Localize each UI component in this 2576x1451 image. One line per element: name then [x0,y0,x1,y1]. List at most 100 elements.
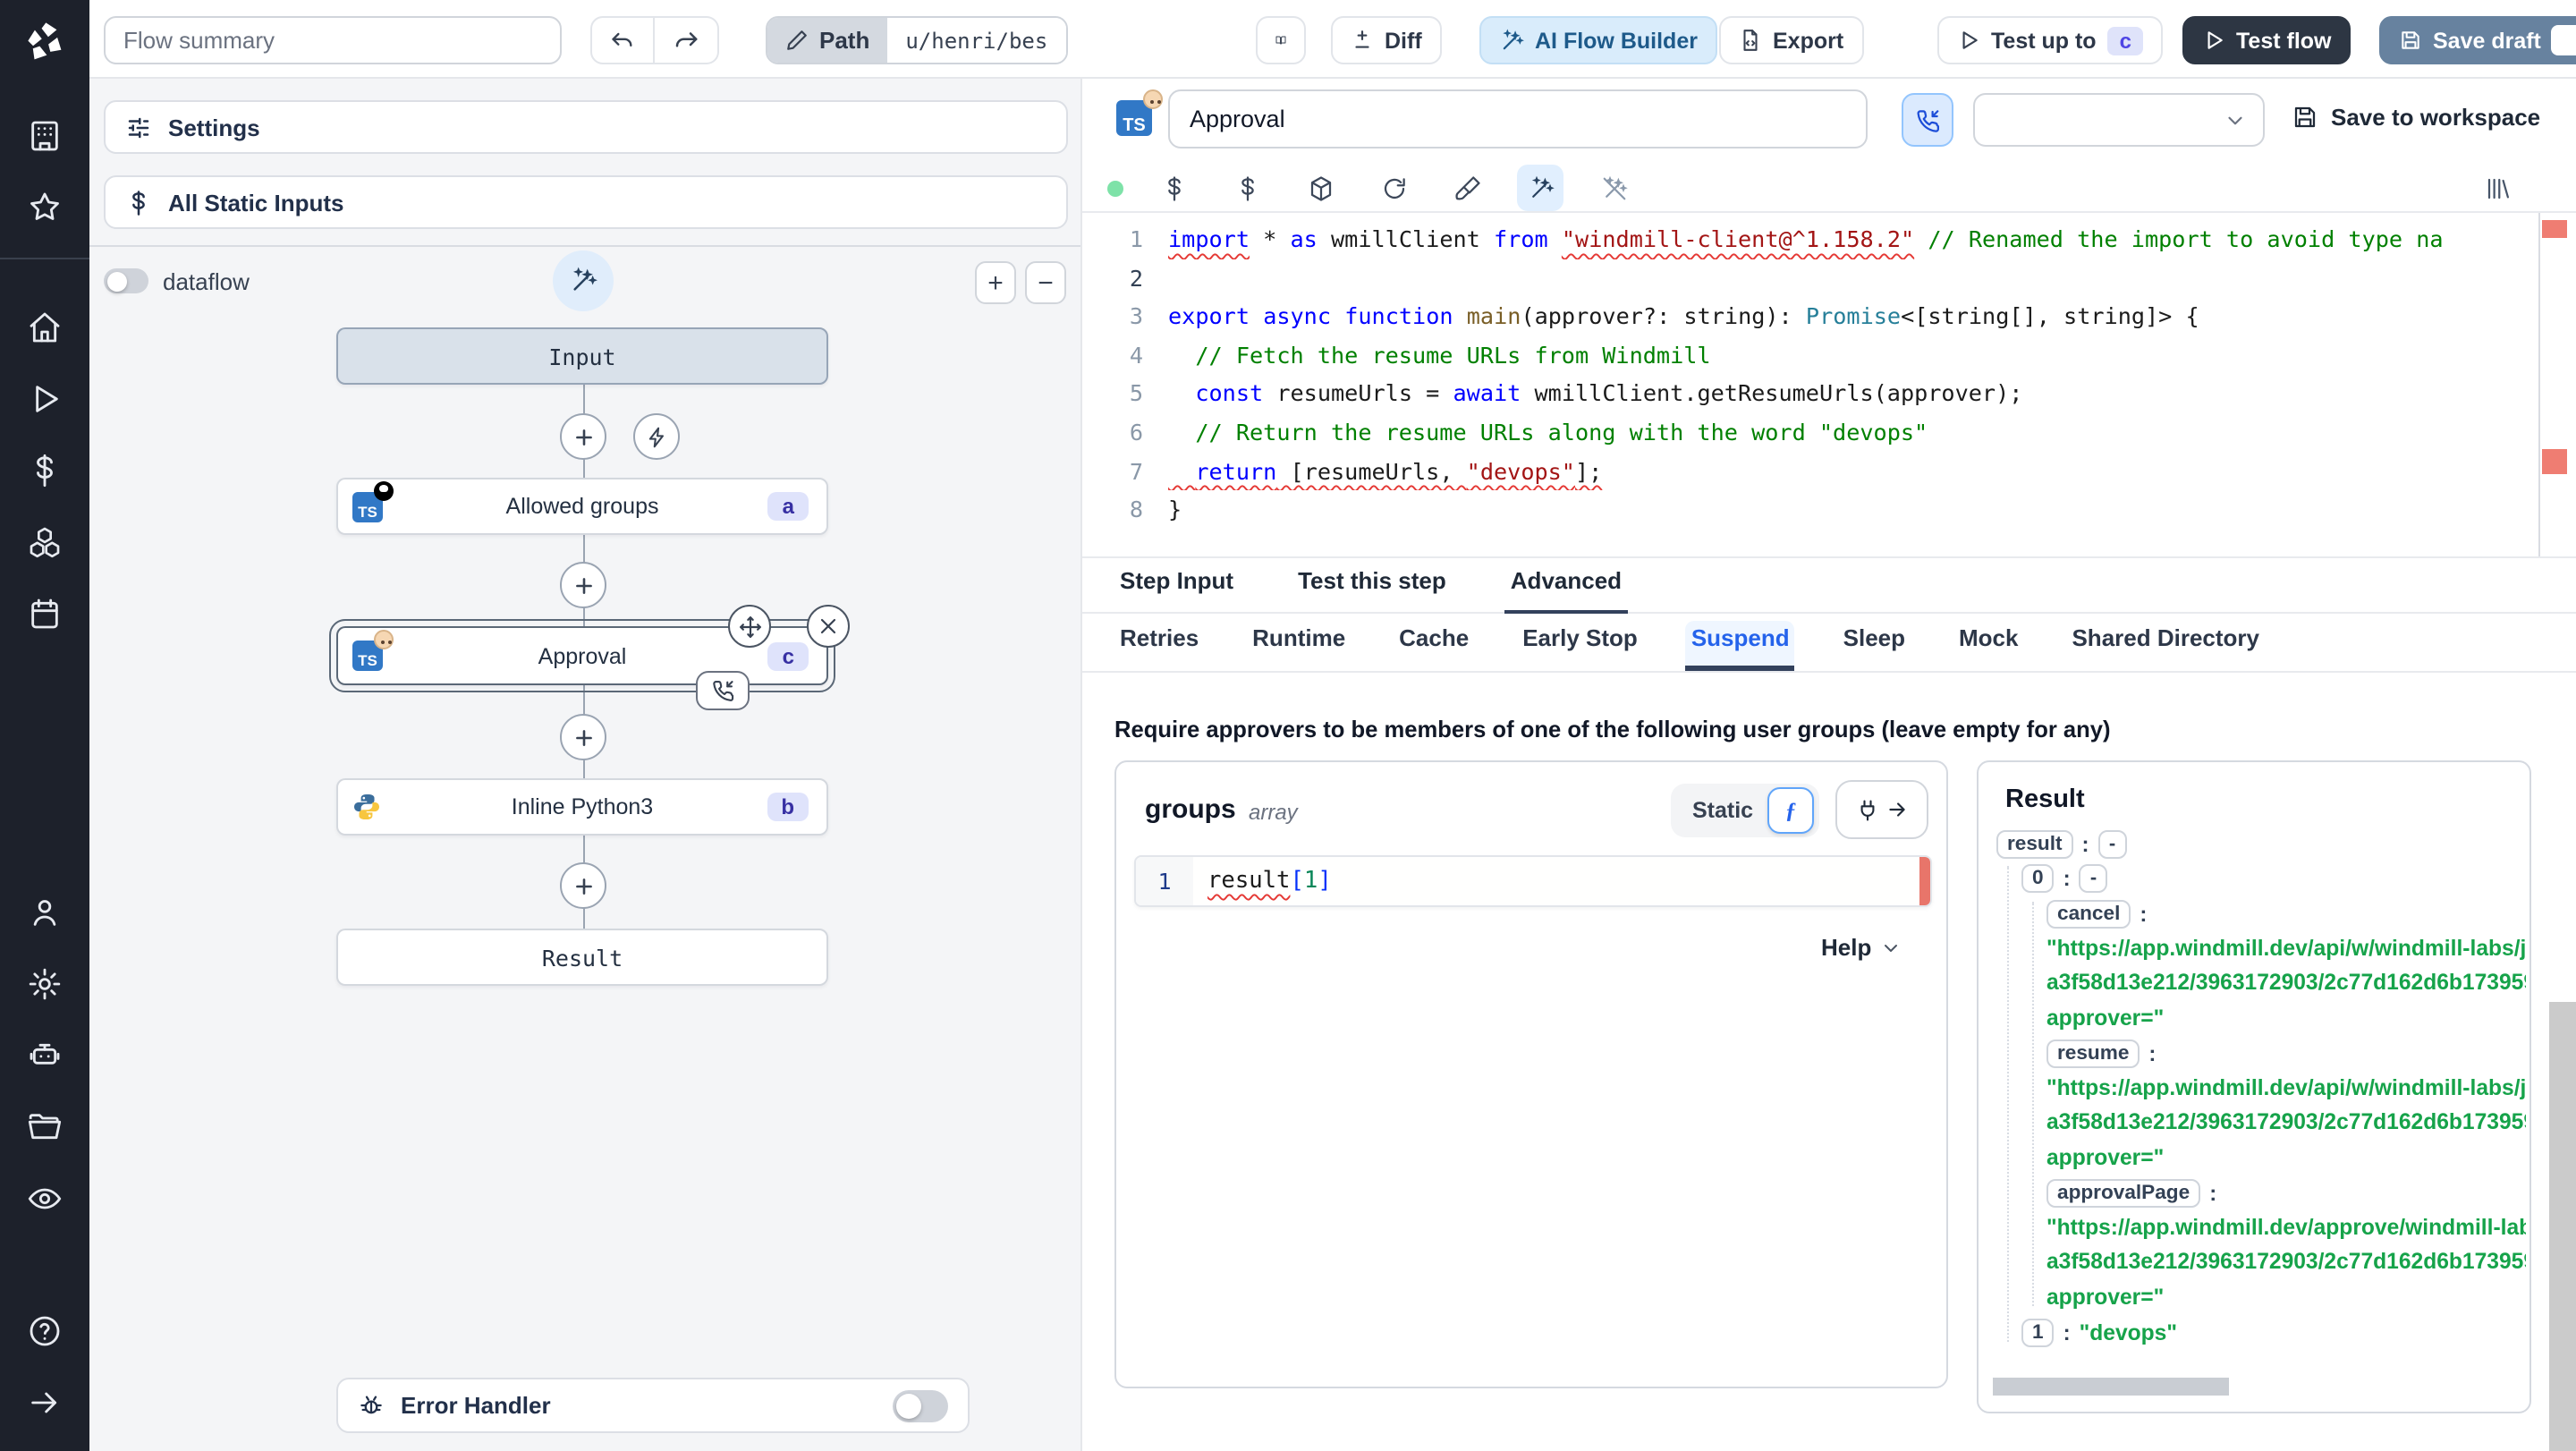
code-line[interactable]: 1 import * as wmillClient from "windmill-… [1082,220,2576,259]
diff-button[interactable]: Diff [1331,16,1442,64]
connect-input-button[interactable] [1835,780,1928,839]
subtab-retries[interactable]: Retries [1114,621,1204,671]
tab-step-input[interactable]: Step Input [1114,567,1239,614]
zoom-in-button[interactable]: + [975,261,1016,304]
tab-test-this-step[interactable]: Test this step [1292,567,1452,614]
favorites-star-icon[interactable] [14,177,75,238]
save-to-workspace-button[interactable]: Save to workspace [2292,104,2540,131]
runs-play-icon[interactable] [14,369,75,429]
code-editor[interactable]: 1 import * as wmillClient from "windmill-… [1082,211,2576,558]
save-icon [2399,29,2422,52]
dataflow-toggle[interactable] [104,268,148,293]
subtab-cache[interactable]: Cache [1394,621,1474,671]
error-handler-toggle[interactable] [893,1389,948,1421]
code-line[interactable]: 3 export async function main(approver?: s… [1082,297,2576,335]
json-key-badge: resume [2046,1039,2140,1068]
result-key-row: approvalPage: [2046,1175,2526,1210]
library-button[interactable] [2474,165,2521,211]
javascript-expr-button[interactable]: ƒ [1767,787,1815,834]
dollar-icon [125,189,152,216]
code-line[interactable]: 4 // Fetch the resume URLs from Windmill [1082,336,2576,375]
all-static-inputs-button[interactable]: All Static Inputs [104,175,1068,229]
user-icon[interactable] [14,882,75,943]
suspend-phone-badge[interactable] [696,671,750,710]
flow-settings-button[interactable]: Settings [104,100,1068,154]
code-line[interactable]: 5 const resumeUrls = await wmillClient.g… [1082,375,2576,413]
folders-icon[interactable] [14,1097,75,1158]
help-button[interactable]: Help [1821,934,1902,961]
subtab-runtime[interactable]: Runtime [1247,621,1351,671]
docs-button[interactable] [1256,16,1306,64]
subtab-mock[interactable]: Mock [1953,621,2023,671]
ai-flow-builder-button[interactable]: AI Flow Builder [1479,16,1717,64]
collapse-button[interactable]: - [2079,864,2108,894]
settings-gear-icon[interactable] [14,954,75,1014]
audit-eye-icon[interactable] [14,1168,75,1229]
collapse-button[interactable]: - [2097,829,2127,859]
suspend-phone-button[interactable] [1902,93,1953,147]
package-button[interactable] [1297,165,1343,211]
panel-vertical-scrollbar[interactable] [2549,1002,2576,1451]
flow-summary-input[interactable]: Flow summary [104,16,562,64]
phone-incoming-icon [713,681,734,701]
delete-step-button[interactable] [807,605,850,648]
test-up-to-kbd: c [2106,26,2144,55]
subtab-sleep[interactable]: Sleep [1838,621,1911,671]
result-value-line: a3f58d13e212/3963172903/2c77d162d6b17395… [2046,970,2526,995]
schedules-calendar-icon[interactable] [14,583,75,644]
path-label: Path [819,27,870,54]
test-flow-button[interactable]: Test flow [2182,16,2351,64]
help-icon[interactable] [14,1301,75,1362]
redo-button[interactable] [655,16,719,64]
flow-node-allowed-groups[interactable]: TS Allowed groups a [336,478,828,535]
insert-step-button[interactable] [560,862,606,909]
ai-wand-button[interactable] [1517,165,1563,211]
collapse-arrow-icon[interactable] [14,1372,75,1433]
step-name-input[interactable]: Approval [1168,89,1868,148]
zoom-out-button[interactable]: − [1025,261,1066,304]
result-horizontal-scrollbar[interactable] [1993,1378,2229,1396]
code-line[interactable]: 6 // Return the resume URLs along with t… [1082,413,2576,452]
code-line[interactable]: 2 [1082,259,2576,297]
variables-dollar-icon[interactable] [14,440,75,501]
workspace-building-icon[interactable] [14,106,75,166]
subtab-early-stop[interactable]: Early Stop [1517,621,1643,671]
flow-node-input[interactable]: Input [336,327,828,385]
tab-advanced[interactable]: Advanced [1504,567,1628,614]
reload-button[interactable] [1370,165,1417,211]
step-id-badge: a [767,492,809,521]
groups-field-panel: groups array Static ƒ 1 result[1] Help [1114,760,1948,1388]
home-icon[interactable] [14,297,75,358]
subtab-suspend[interactable]: Suspend [1685,621,1795,671]
code-line[interactable]: 8} [1082,490,2576,529]
undo-button[interactable] [590,16,655,64]
export-button[interactable]: Export [1719,16,1864,64]
subtab-shared-directory[interactable]: Shared Directory [2066,621,2265,671]
ai-graph-wand-button[interactable] [553,250,614,311]
error-handler-row[interactable]: Error Handler [336,1378,970,1433]
test-up-to-button[interactable]: Test up to c [1937,16,2164,64]
variables-dollar-button[interactable] [1150,165,1197,211]
resources-dollar-button[interactable] [1224,165,1270,211]
result-value-line: "https://app.windmill.dev/api/w/windmill… [2046,1074,2526,1099]
insert-step-button[interactable] [560,413,606,460]
flow-node-inline-python3[interactable]: Inline Python3 b [336,778,828,836]
save-draft-button[interactable]: Save draft [2379,16,2576,64]
insert-step-button[interactable] [560,562,606,608]
flow-node-result[interactable]: Result [336,929,828,986]
move-step-button[interactable] [728,605,771,648]
resources-boxes-icon[interactable] [14,512,75,573]
result-value-line: a3f58d13e212/3963172903/2c77d162d6b17395… [2046,1109,2526,1134]
sidebar-divider [0,258,89,259]
workers-robot-icon[interactable] [14,1025,75,1086]
path-chip[interactable]: Path u/henri/bes [766,16,1068,64]
trigger-lightning-button[interactable] [633,413,680,460]
format-brush-button[interactable] [1444,165,1490,211]
template-select[interactable] [1973,93,2265,147]
groups-expression-editor[interactable]: 1 result[1] [1134,855,1932,907]
static-toggle[interactable]: Static ƒ [1671,784,1820,837]
ai-wand-off-button[interactable] [1590,165,1637,211]
insert-step-button[interactable] [560,714,606,760]
windmill-logo[interactable] [21,18,68,64]
code-line[interactable]: 7 return [resumeUrls, "devops"]; [1082,452,2576,490]
